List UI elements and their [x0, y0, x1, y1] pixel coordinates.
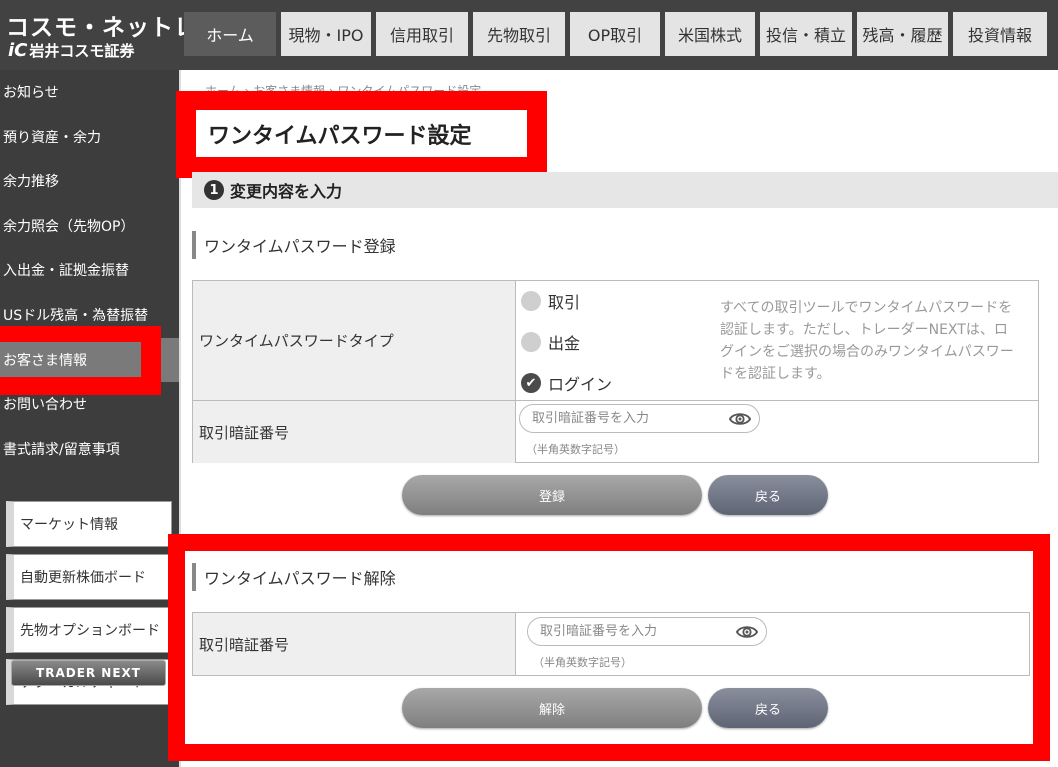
register-pin-input[interactable]	[532, 408, 722, 429]
release-section-title: ワンタイムパスワード解除	[192, 563, 396, 591]
release-pin-hint: （半角英数字記号）	[533, 656, 632, 669]
release-pin-input[interactable]	[540, 621, 730, 642]
register-section-title: ワンタイムパスワード登録	[192, 231, 396, 259]
radio-unchecked-icon	[521, 291, 541, 311]
sidebar-item-assets[interactable]: 預り資産・余力	[0, 115, 181, 159]
register-button[interactable]: 登録	[402, 475, 702, 515]
radio-label: ログイン	[548, 375, 613, 394]
release-pin-row: 取引暗証番号 （半角英数字記号）	[193, 613, 1029, 675]
trader-next-button[interactable]: TRADER NEXT	[11, 660, 166, 686]
tab-home[interactable]: ホーム	[184, 12, 276, 56]
tab-futures[interactable]: 先物取引	[473, 12, 565, 56]
sidebar-item-deposit-withdraw[interactable]: 入出金・証拠金振替	[0, 248, 181, 292]
release-pin-input-wrap	[527, 617, 767, 646]
release-form: 取引暗証番号 （半角英数字記号）	[192, 612, 1030, 676]
tab-spot-ipo[interactable]: 現物・IPO	[281, 12, 371, 56]
radio-unchecked-icon	[521, 332, 541, 352]
register-back-button[interactable]: 戻る	[708, 475, 828, 515]
register-pin-row: 取引暗証番号 （半角英数字記号）	[193, 401, 1038, 463]
step-number-badge: 1	[204, 180, 224, 200]
check-icon: ✔	[521, 373, 541, 393]
company-label: 岩井コスモ証券	[29, 42, 135, 60]
tab-margin[interactable]: 信用取引	[376, 12, 468, 56]
tab-balance-history[interactable]: 残高・履歴	[857, 12, 948, 56]
market-info-button[interactable]: マーケット情報	[6, 501, 172, 547]
step-header: 1 変更内容を入力	[192, 172, 1058, 208]
sidebar-item-capacity-trend[interactable]: 余力推移	[0, 159, 181, 203]
otp-type-radio-withdraw[interactable]: 出金	[521, 330, 580, 354]
brand-name: コスモ・ネットレ	[6, 15, 198, 41]
otp-type-label: ワンタイムパスワードタイプ	[193, 281, 516, 400]
sidebar-item-documents[interactable]: 書式請求/留意事項	[0, 427, 181, 471]
otp-type-radio-trade[interactable]: 取引	[521, 289, 580, 313]
register-pin-input-wrap	[519, 404, 760, 433]
register-form: ワンタイムパスワードタイプ 取引 出金 ✔ ログイン すべての取引ツールでワンタ…	[192, 280, 1039, 463]
stock-board-button[interactable]: 自動更新株価ボード	[6, 554, 172, 600]
step-label: 変更内容を入力	[230, 182, 343, 201]
radio-label: 出金	[548, 334, 581, 353]
register-pin-hint: （半角英数字記号）	[526, 443, 625, 456]
radio-label: 取引	[548, 293, 581, 312]
tab-us-stocks[interactable]: 米国株式	[665, 12, 755, 56]
show-password-eye-icon[interactable]	[729, 410, 751, 428]
company-name: iC 岩井コスモ証券	[8, 40, 134, 61]
otp-type-note: すべての取引ツールでワンタイムパスワードを認証します。ただし、トレーダーNEXT…	[720, 300, 1014, 382]
tab-investment-info[interactable]: 投資情報	[953, 12, 1047, 56]
futures-options-board-button[interactable]: 先物オプションボード	[6, 607, 172, 653]
release-button[interactable]: 解除	[402, 688, 702, 728]
tab-options[interactable]: OP取引	[570, 12, 660, 56]
otp-type-row: ワンタイムパスワードタイプ 取引 出金 ✔ ログイン すべての取引ツールでワンタ…	[193, 281, 1038, 401]
show-password-eye-icon[interactable]	[736, 623, 758, 641]
otp-type-radio-login[interactable]: ✔ ログイン	[521, 371, 612, 395]
tab-funds[interactable]: 投信・積立	[760, 12, 852, 56]
top-header: コスモ・ネットレ iC 岩井コスモ証券 ホーム 現物・IPO 信用取引 先物取引 …	[0, 0, 1058, 70]
highlight-mark	[0, 377, 161, 395]
highlight-mark	[0, 326, 161, 342]
sidebar-item-capacity-futures[interactable]: 余力照会（先物OP）	[0, 204, 181, 248]
sidebar-item-notices[interactable]: お知らせ	[0, 70, 181, 114]
brand-logo[interactable]: コスモ・ネットレ iC 岩井コスモ証券	[4, 4, 197, 64]
page-title: ワンタイムパスワード設定	[196, 110, 527, 157]
release-pin-label: 取引暗証番号	[193, 613, 516, 675]
register-pin-label: 取引暗証番号	[193, 401, 516, 463]
release-back-button[interactable]: 戻る	[708, 688, 828, 728]
company-mark-icon: iC	[8, 40, 28, 61]
